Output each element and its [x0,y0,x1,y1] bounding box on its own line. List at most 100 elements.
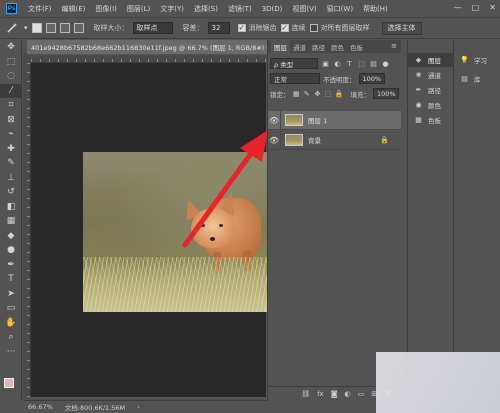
link-icon[interactable]: ⛓ [301,390,310,398]
lock-position-icon[interactable]: ✥ [314,89,322,98]
menu-3d[interactable]: 3D(D) [257,5,288,13]
layer-row[interactable]: 👁 图层 1 [268,110,401,130]
side-panel-swatches[interactable]: ▦ 色板 [408,113,453,127]
eyedropper-tool-icon[interactable]: ⌁ [0,127,22,142]
frame-tool-icon[interactable]: ⊠ [0,113,22,128]
more-tools-icon[interactable]: ··· [0,345,22,360]
shape-tool-icon[interactable]: ▭ [0,301,22,316]
antialias-checkbox[interactable]: ✓ [237,24,246,32]
tolerance-input[interactable]: 32 [207,22,230,34]
document-tab[interactable]: 401e9428b67582b68e662b116830e11f.jpeg @ … [27,40,285,54]
menu-window[interactable]: 窗口(W) [322,4,358,14]
gradient-tool-icon[interactable]: ▦ [0,214,22,229]
zoom-level[interactable]: 66.67% [28,403,53,411]
sample-all-label: 对所有图层取样 [320,24,370,32]
menu-layer[interactable]: 图层(L) [122,4,155,14]
tab-paths[interactable]: 路径 [309,42,328,52]
pixel-filter-icon[interactable]: ▣ [321,59,330,68]
tab-layers[interactable]: 图层 [271,40,290,53]
zoom-tool-icon[interactable]: ⌕ [0,330,22,345]
contiguous-checkbox[interactable]: ✓ [280,24,289,32]
sample-all-option[interactable]: 对所有图层取样 [309,23,370,33]
shape-filter-icon[interactable]: ⬚ [357,59,366,68]
menu-image[interactable]: 图像(I) [90,4,122,14]
color-swatches[interactable] [4,378,20,394]
brush-tool-icon[interactable]: ✎ [0,156,22,171]
magic-wand-tool-icon[interactable]: ⁄ [0,83,22,98]
chevron-down-icon[interactable]: ▾ [24,24,28,32]
antialias-option[interactable]: ✓ 消除锯齿 [237,23,277,33]
fox-photo[interactable] [83,152,267,312]
side-panel-channels[interactable]: ❀ 通道 [408,68,453,82]
side-panel-learn[interactable]: 💡 学习 [454,53,500,67]
lasso-tool-icon[interactable]: ◌ [0,69,22,84]
pen-tool-icon[interactable]: ✒ [0,258,22,273]
group-icon[interactable]: ▭ [358,390,365,398]
side-panel-paths[interactable]: ✒ 路径 [408,83,453,97]
vertical-ruler[interactable] [23,63,31,397]
smart-object-filter-icon[interactable]: ▤ [369,59,378,68]
dodge-tool-icon[interactable]: ● [0,243,22,258]
mask-icon[interactable]: ◙ [331,390,338,398]
menu-type[interactable]: 文字(Y) [155,4,189,14]
eraser-tool-icon[interactable]: ◧ [0,200,22,215]
side-panel-color[interactable]: ◉ 颜色 [408,98,453,112]
color-icon: ◉ [415,101,422,109]
new-selection-icon[interactable] [31,23,42,33]
foreground-color-swatch[interactable] [4,378,14,388]
path-selection-icon[interactable]: ➤ [0,287,22,302]
move-tool-icon[interactable]: ✥ [0,40,22,55]
history-brush-icon[interactable]: ↺ [0,185,22,200]
visibility-eye-icon[interactable]: 👁 [268,110,281,130]
opacity-input[interactable]: 100% [358,73,385,84]
options-bar: ▾ 取样大小： 取样点 容差： 32 ✓ 消除锯齿 ✓ 连续 对所有图层取样 选… [0,17,500,39]
side-panel-layers[interactable]: ◈ 图层 [408,53,453,67]
crop-tool-icon[interactable]: ⌗ [0,98,22,113]
tab-channels[interactable]: 通道 [290,42,309,52]
maximize-button[interactable]: □ [472,3,480,12]
intersect-selection-icon[interactable] [73,23,84,33]
adjustment-filter-icon[interactable]: ◐ [333,59,342,68]
menu-file[interactable]: 文件(F) [23,4,57,14]
menu-edit[interactable]: 编辑(E) [57,4,91,14]
hand-tool-icon[interactable]: ✋ [0,316,22,331]
side-panel-libraries[interactable]: ▤ 库 [454,72,500,86]
lock-artboard-icon[interactable]: ⬚ [324,89,332,98]
type-filter-icon[interactable]: T [345,59,354,68]
contiguous-label: 连续 [291,24,306,32]
menu-help[interactable]: 帮助(H) [358,4,393,14]
horizontal-ruler[interactable] [31,55,266,63]
fill-input[interactable]: 100% [372,88,399,99]
select-subject-button[interactable]: 选择主体 [381,21,422,35]
layer-row[interactable]: 👁 背景 🔒 [268,130,401,150]
type-tool-icon[interactable]: T [0,272,22,287]
status-arrow-icon[interactable]: › [137,403,140,411]
sample-size-select[interactable]: 取样点 [132,22,173,34]
adjustment-icon[interactable]: ◐ [345,390,351,398]
visibility-eye-icon[interactable]: 👁 [268,130,281,150]
magic-wand-tool-preset[interactable] [4,21,20,35]
minimize-button[interactable]: — [454,3,462,12]
panel-menu-icon[interactable]: ≡ [391,42,397,50]
tab-color[interactable]: 颜色 [328,42,347,52]
add-selection-icon[interactable] [45,23,56,33]
menu-filter[interactable]: 滤镜(T) [223,4,257,14]
close-button[interactable]: ✕ [489,3,496,12]
filter-toggle-icon[interactable]: ● [381,59,390,68]
fx-icon[interactable]: fx [317,390,324,398]
contiguous-option[interactable]: ✓ 连续 [280,23,306,33]
sample-all-checkbox[interactable] [309,24,318,32]
marquee-tool-icon[interactable]: ⬚ [0,55,22,70]
lock-image-icon[interactable]: ✎ [303,89,311,98]
healing-brush-icon[interactable]: ✚ [0,142,22,157]
menu-view[interactable]: 视图(V) [287,4,321,14]
filter-kind-select[interactable]: ρ 类型 [270,58,318,69]
tab-swatches[interactable]: 色板 [347,42,366,52]
lock-all-icon[interactable]: 🔒 [335,89,344,98]
blur-tool-icon[interactable]: ◆ [0,229,22,244]
clone-stamp-icon[interactable]: ⊥ [0,171,22,186]
blend-mode-select[interactable]: 正常 [270,73,320,84]
menu-select[interactable]: 选择(S) [189,4,223,14]
subtract-selection-icon[interactable] [59,23,70,33]
lock-transparent-icon[interactable]: ▦ [293,89,301,98]
